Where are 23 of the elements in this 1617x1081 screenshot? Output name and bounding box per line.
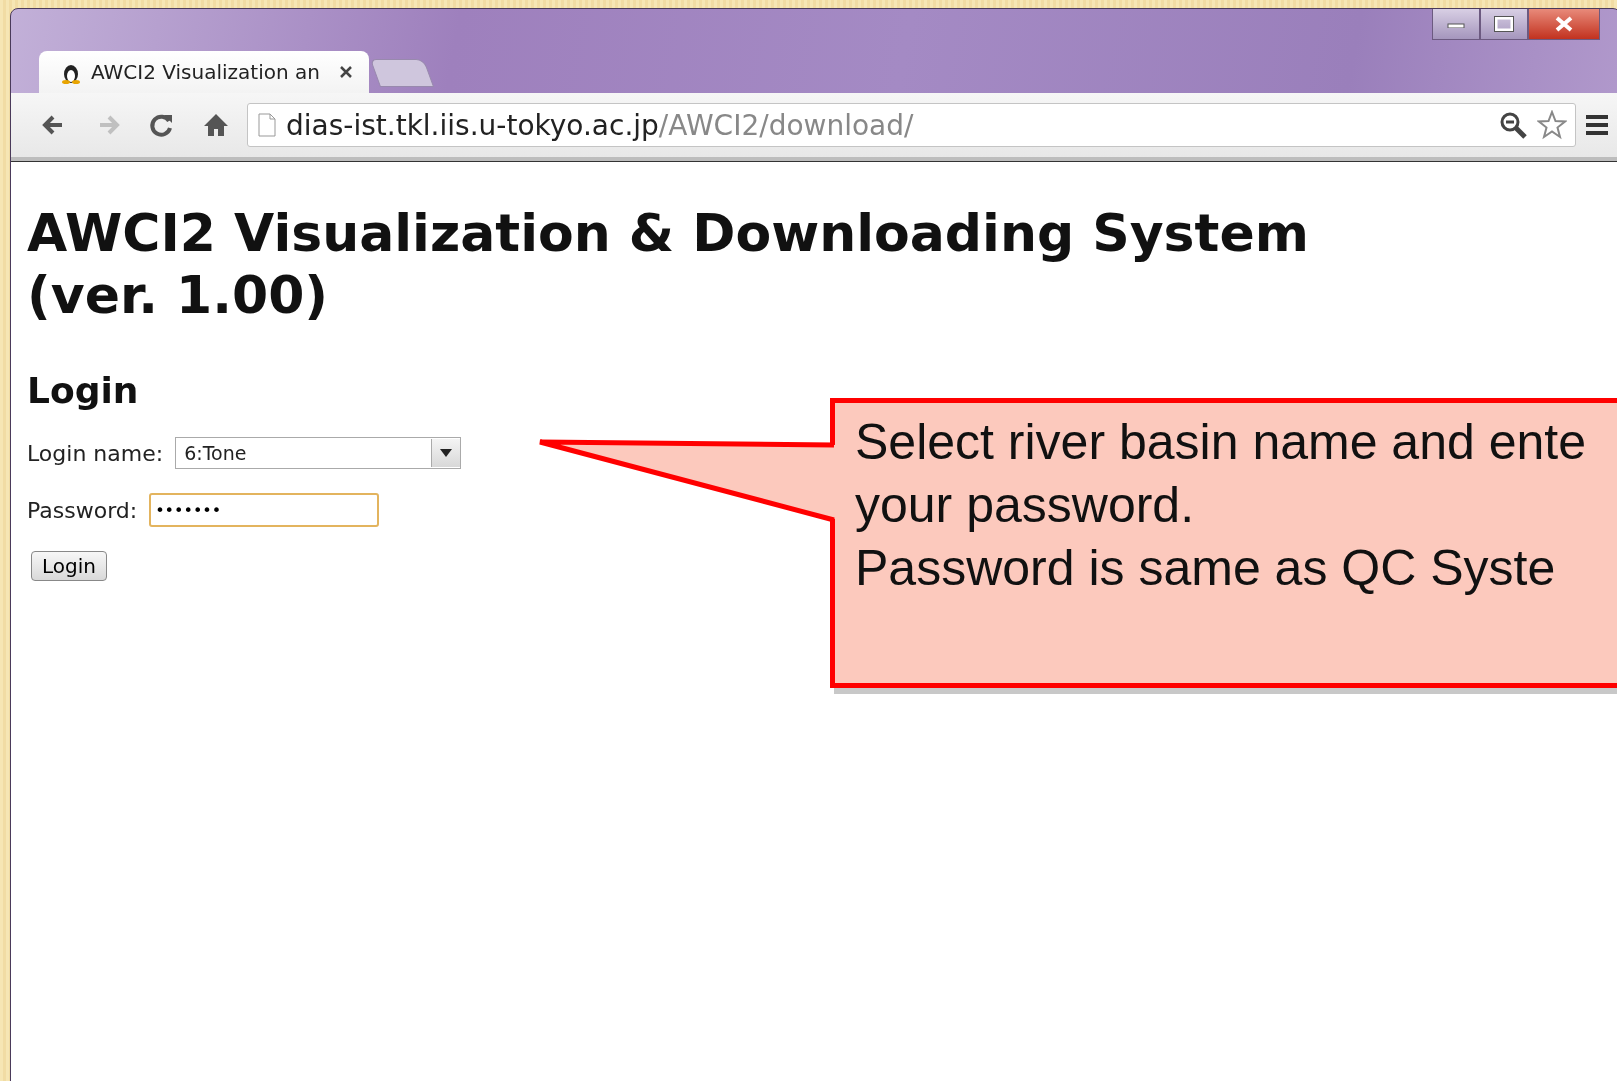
field-label: Password: <box>27 497 138 523</box>
maximize-icon <box>1494 16 1514 32</box>
zoom-icon[interactable] <box>1499 111 1527 139</box>
field-label: Login name: <box>27 440 164 466</box>
close-icon <box>1554 16 1574 32</box>
maximize-button[interactable] <box>1480 9 1528 40</box>
section-heading: Login <box>27 370 140 411</box>
address-bar[interactable]: dias-ist.tkl.iis.u-tokyo.ac.jp/AWCI2/download/ <box>247 103 1576 147</box>
minimize-button[interactable] <box>1432 9 1480 40</box>
star-icon[interactable] <box>1537 110 1567 140</box>
login-name-dropdown[interactable]: 6:Tone <box>175 437 462 469</box>
caret-icon <box>440 449 453 457</box>
menu-icon[interactable] <box>1584 113 1610 137</box>
callout-text: Select river basin name and ente your password. Password is same as QC Syste <box>855 413 1587 598</box>
browser-tab[interactable]: AWCI2 Visualization an <box>39 51 369 93</box>
close-tab-icon[interactable] <box>339 65 353 79</box>
page-title: AWCI2 Visualization & Downloading System (ver. 1.00) <box>27 202 1310 326</box>
minimize-icon <box>1447 20 1465 28</box>
password-field[interactable]: ••••••• <box>149 493 380 527</box>
close-button[interactable] <box>1528 9 1600 40</box>
page-icon <box>258 113 276 137</box>
house-icon <box>202 111 230 139</box>
login-button[interactable]: Login <box>31 551 107 581</box>
